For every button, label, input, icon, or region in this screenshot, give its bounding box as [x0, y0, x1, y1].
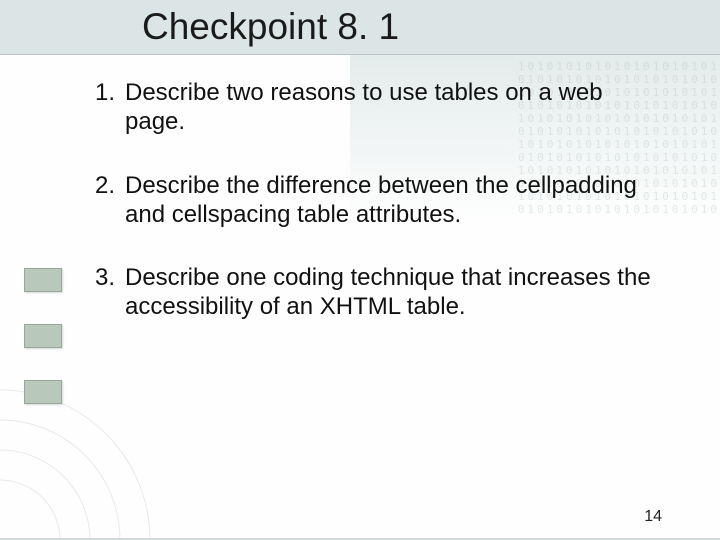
item-text: Describe the difference between the cell…: [125, 171, 660, 230]
bullet-square-icon: [24, 324, 62, 348]
item-text: Describe two reasons to use tables on a …: [125, 78, 660, 137]
slide-title: Checkpoint 8. 1: [0, 0, 720, 48]
item-number: 3.: [95, 263, 125, 322]
list-item: 3. Describe one coding technique that in…: [95, 263, 660, 322]
bullet-square-icon: [24, 380, 62, 404]
decorative-bullets: [24, 268, 62, 436]
slide-content: 1. Describe two reasons to use tables on…: [0, 48, 720, 322]
bullet-square-icon: [24, 268, 62, 292]
list-item: 1. Describe two reasons to use tables on…: [95, 78, 660, 137]
item-number: 1.: [95, 78, 125, 137]
list-item: 2. Describe the difference between the c…: [95, 171, 660, 230]
item-number: 2.: [95, 171, 125, 230]
item-text: Describe one coding technique that incre…: [125, 263, 660, 322]
page-number: 14: [644, 508, 662, 526]
